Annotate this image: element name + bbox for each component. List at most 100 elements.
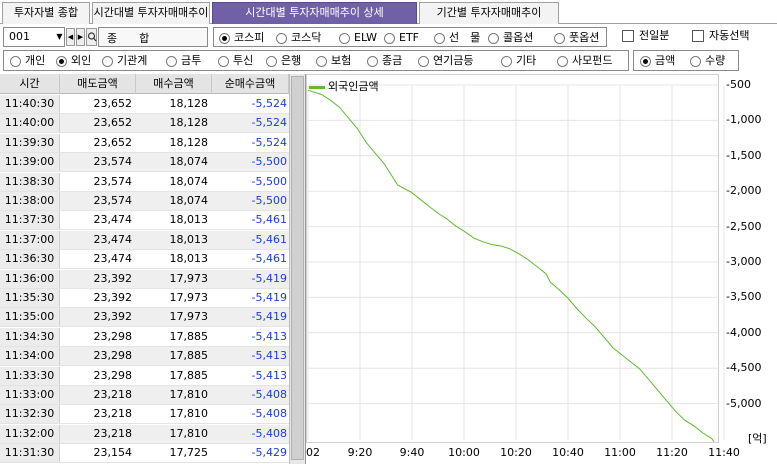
table-row[interactable]: 11:32:30 23,218 17,810 -5,408 <box>0 405 289 425</box>
checkbox-1[interactable]: 자동선택 <box>692 29 749 43</box>
table-row[interactable]: 11:37:30 23,474 18,013 -5,461 <box>0 211 289 231</box>
tab-bar: 투자자별 종합 시간대별 투자자매매추이 시간대별 투자자매매추이 상세 기간별 투자… <box>0 0 777 24</box>
market-radio-5[interactable]: 콜옵션 <box>488 31 533 45</box>
radio-icon[interactable] <box>166 55 177 67</box>
checkbox-icon[interactable] <box>622 30 634 42</box>
radio-icon[interactable] <box>219 32 230 44</box>
cell-sell: 23,218 <box>93 388 133 401</box>
search-icon[interactable] <box>86 28 97 46</box>
cell-time: 11:34:00 <box>0 347 60 366</box>
table-row[interactable]: 11:33:30 23,298 17,885 -5,413 <box>0 366 289 386</box>
header-buy[interactable]: 매수금액 <box>136 74 212 94</box>
market-radio-3[interactable]: ETF <box>384 31 419 45</box>
table-row[interactable]: 11:38:00 23,574 18,074 -5,500 <box>0 192 289 211</box>
checkbox-icon[interactable] <box>692 30 704 42</box>
table-row[interactable]: 11:32:00 23,218 17,810 -5,408 <box>0 424 289 444</box>
market-radio-group: 코스피 코스닥 ELW ETF 선 물 콜옵션 풋옵션 <box>213 27 607 47</box>
unit-radio-1[interactable]: 수량 <box>690 54 725 68</box>
tab-3[interactable]: 기간별 투자자매매추이 <box>419 2 559 24</box>
radio-icon[interactable] <box>56 55 67 67</box>
header-time[interactable]: 시간 <box>0 74 60 94</box>
radio-icon[interactable] <box>339 32 350 44</box>
table-row[interactable]: 11:36:30 23,474 18,013 -5,461 <box>0 250 289 270</box>
cell-time: 11:40:00 <box>0 114 60 133</box>
cell-net: -5,461 <box>251 232 287 246</box>
investor-radio-10[interactable]: 사모펀드 <box>557 54 612 68</box>
investor-radio-8[interactable]: 연기금등 <box>418 54 473 68</box>
tab-0[interactable]: 투자자별 종합 <box>2 2 90 24</box>
cell-buy: 18,013 <box>169 213 209 227</box>
table-row[interactable]: 11:39:00 23,574 18,074 -5,500 <box>0 153 289 173</box>
checkbox-0[interactable]: 전일분 <box>622 29 669 43</box>
cell-sell: 23,652 <box>93 116 133 130</box>
tab-2[interactable]: 시간대별 투자자매매추이 상세 <box>212 2 417 24</box>
dropdown-arrow-icon[interactable]: ▼ <box>55 28 64 46</box>
radio-icon[interactable] <box>554 32 565 44</box>
cell-sell: 23,298 <box>93 349 133 363</box>
radio-icon[interactable] <box>640 55 651 67</box>
radio-icon[interactable] <box>10 55 21 67</box>
radio-icon[interactable] <box>418 55 429 67</box>
radio-label: 개인 <box>25 54 46 67</box>
radio-icon[interactable] <box>690 55 701 67</box>
cell-buy: 17,810 <box>169 426 209 440</box>
investor-radio-2[interactable]: 기관계 <box>102 54 147 68</box>
table-row[interactable]: 11:37:00 23,474 18,013 -5,461 <box>0 230 289 250</box>
radio-icon[interactable] <box>384 32 395 44</box>
radio-icon[interactable] <box>501 55 512 67</box>
market-radio-0[interactable]: 코스피 <box>219 31 264 45</box>
market-radio-6[interactable]: 풋옵션 <box>554 31 599 45</box>
investor-radio-6[interactable]: 보험 <box>316 54 351 68</box>
cell-time: 11:36:00 <box>0 269 60 288</box>
radio-icon[interactable] <box>434 32 445 44</box>
table-row[interactable]: 11:34:30 23,298 17,885 -5,413 <box>0 327 289 347</box>
header-sell[interactable]: 매도금액 <box>60 74 136 94</box>
radio-icon[interactable] <box>557 55 568 67</box>
investor-radio-4[interactable]: 투신 <box>218 54 253 68</box>
checkbox-label: 자동선택 <box>709 29 750 42</box>
investor-radio-7[interactable]: 종금 <box>367 54 402 68</box>
radio-icon[interactable] <box>102 55 113 67</box>
table-row[interactable]: 11:34:00 23,298 17,885 -5,413 <box>0 347 289 367</box>
vertical-scrollbar[interactable] <box>289 74 305 464</box>
cell-time: 11:32:00 <box>0 424 60 443</box>
radio-icon[interactable] <box>488 32 499 44</box>
table-row[interactable]: 11:40:00 23,652 18,128 -5,524 <box>0 114 289 134</box>
prev-icon[interactable]: ◀ <box>66 28 75 46</box>
investor-radio-5[interactable]: 은행 <box>266 54 301 68</box>
radio-label: 수량 <box>705 54 726 67</box>
tab-1[interactable]: 시간대별 투자자매매추이 <box>92 2 210 24</box>
table-row[interactable]: 11:39:30 23,652 18,128 -5,524 <box>0 133 289 153</box>
investor-radio-0[interactable]: 개인 <box>10 54 45 68</box>
table-row[interactable]: 11:36:00 23,392 17,973 -5,419 <box>0 269 289 289</box>
table-row[interactable]: 11:31:30 23,154 17,725 -5,429 <box>0 444 289 464</box>
stock-code-value: 001 <box>9 30 30 43</box>
next-icon[interactable]: ▶ <box>76 28 85 46</box>
radio-icon[interactable] <box>316 55 327 67</box>
cell-time: 11:33:00 <box>0 386 60 404</box>
table-row[interactable]: 11:35:00 23,392 17,973 -5,419 <box>0 308 289 328</box>
cell-net: -5,413 <box>251 349 287 363</box>
table-row[interactable]: 11:35:30 23,392 17,973 -5,419 <box>0 289 289 308</box>
radio-icon[interactable] <box>266 55 277 67</box>
investor-radio-3[interactable]: 금투 <box>166 54 201 68</box>
radio-icon[interactable] <box>218 55 229 67</box>
table-row[interactable]: 11:40:30 23,652 18,128 -5,524 <box>0 95 289 114</box>
investor-radio-1[interactable]: 외인 <box>56 54 91 68</box>
market-radio-4[interactable]: 선 물 <box>434 31 480 45</box>
cell-time: 11:34:30 <box>0 327 60 346</box>
scrollbar-thumb[interactable] <box>291 76 304 460</box>
unit-radio-0[interactable]: 금액 <box>640 54 675 68</box>
unit-radio-group: 금액 수량 <box>633 50 739 71</box>
header-net[interactable]: 순매수금액 <box>212 74 289 94</box>
market-radio-2[interactable]: ELW <box>339 31 377 45</box>
radio-icon[interactable] <box>367 55 378 67</box>
table-row[interactable]: 11:38:30 23,574 18,074 -5,500 <box>0 172 289 192</box>
table-row[interactable]: 11:33:00 23,218 17,810 -5,408 <box>0 386 289 405</box>
radio-label: 투신 <box>233 54 254 67</box>
radio-icon[interactable] <box>276 32 287 44</box>
investor-radio-9[interactable]: 기타 <box>501 54 536 68</box>
cell-buy: 17,810 <box>169 388 209 401</box>
market-radio-1[interactable]: 코스닥 <box>276 31 321 45</box>
x-tick-label: 10:20 <box>500 446 532 459</box>
